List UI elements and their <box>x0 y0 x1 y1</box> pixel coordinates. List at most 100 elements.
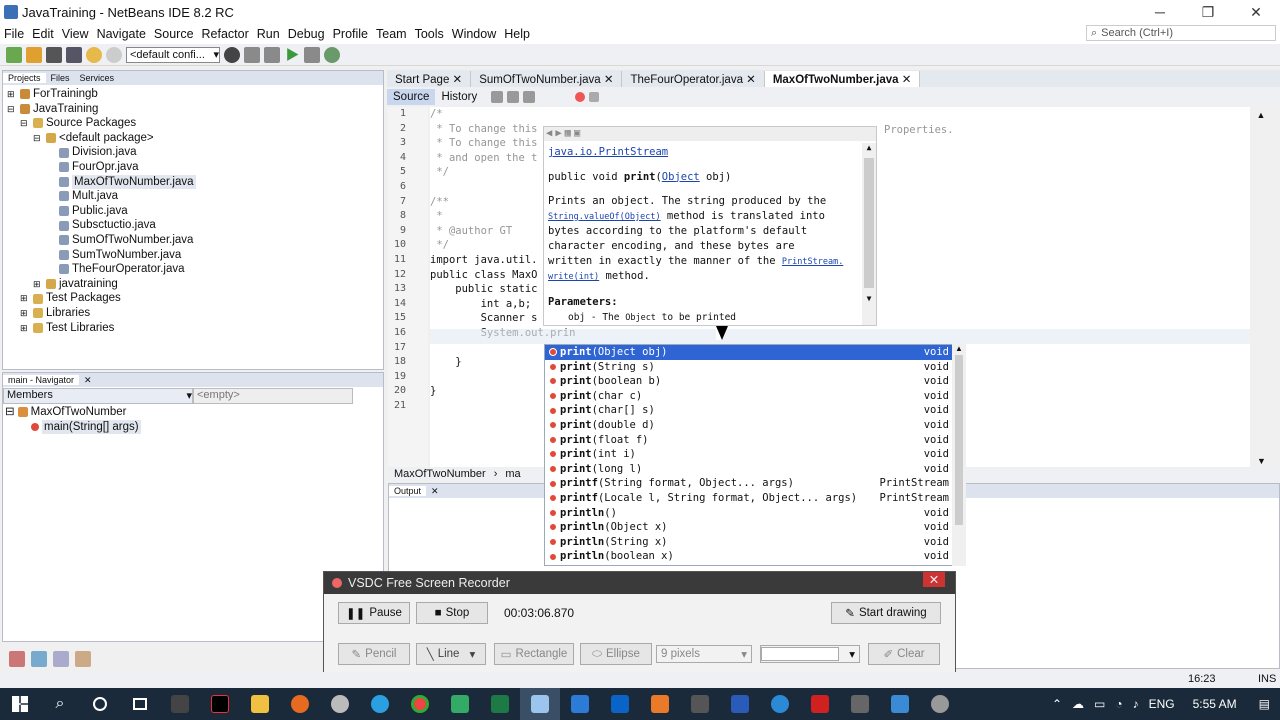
profile-icon[interactable] <box>324 46 340 63</box>
tree-node[interactable]: ⊞ Libraries <box>3 306 383 321</box>
completion-item[interactable]: print(Object obj) void <box>545 345 965 360</box>
tab-files[interactable]: Files <box>46 73 75 83</box>
redo-icon[interactable] <box>106 46 122 63</box>
collapse-icon[interactable]: ⊟ <box>7 102 17 117</box>
tree-node[interactable]: Subsctuctio.java <box>3 218 383 233</box>
tree-node[interactable]: Division.java <box>3 145 383 160</box>
line-button[interactable]: ╲ Line ▾ <box>416 643 486 665</box>
record-macro-icon[interactable] <box>575 92 586 102</box>
close-button[interactable]: ✕ <box>1232 0 1280 24</box>
tree-node[interactable]: ⊟ <default package> <box>3 131 383 146</box>
clean-build-icon[interactable] <box>264 46 280 63</box>
ellipse-button[interactable]: ⬭ Ellipse <box>580 643 652 665</box>
navigator-tab[interactable]: main - Navigator <box>3 375 80 385</box>
completion-item[interactable]: print(float f) void <box>545 433 965 448</box>
tree-node[interactable]: ⊟ Source Packages <box>3 116 383 131</box>
menu-edit[interactable]: Edit <box>28 27 58 41</box>
undo-icon[interactable] <box>86 46 102 63</box>
breadcrumb-class[interactable]: MaxOfTwoNumber <box>394 468 486 480</box>
scroll-down-icon[interactable]: ▼ <box>1257 456 1266 466</box>
expand-icon[interactable]: ⊞ <box>20 291 30 306</box>
editor-scrollbar[interactable]: ▲ ▼ <box>1254 110 1268 466</box>
scroll-up-icon[interactable]: ▲ <box>862 143 876 152</box>
breadcrumb-method[interactable]: ma <box>505 468 520 480</box>
output-tab[interactable]: Output <box>389 486 427 496</box>
taskbar-app[interactable] <box>920 688 960 720</box>
object-type-link[interactable]: Object <box>662 171 700 183</box>
back-icon[interactable]: ◀ <box>546 127 552 141</box>
notifications-icon[interactable]: ▤ <box>1259 697 1270 711</box>
menu-team[interactable]: Team <box>372 27 411 41</box>
tree-node[interactable]: ⊞ ForTrainingb <box>3 87 383 102</box>
taskbar-app[interactable] <box>320 688 360 720</box>
debug-icon[interactable] <box>304 46 320 63</box>
tree-node[interactable]: MaxOfTwoNumber.java <box>3 174 383 190</box>
taskbar-app[interactable] <box>440 688 480 720</box>
taskbar-app[interactable] <box>800 688 840 720</box>
tree-node[interactable]: Mult.java <box>3 189 383 204</box>
tab-projects[interactable]: Projects <box>3 73 46 83</box>
completion-item[interactable]: print(double d) void <box>545 418 965 433</box>
completion-item[interactable]: println(boolean x) void <box>545 549 965 564</box>
expand-icon[interactable]: ⊞ <box>20 306 30 321</box>
scroll-up-icon[interactable]: ▲ <box>952 344 966 353</box>
filter-icon[interactable] <box>9 651 25 667</box>
taskbar-app[interactable] <box>480 688 520 720</box>
taskbar-app[interactable] <box>720 688 760 720</box>
menu-run[interactable]: Run <box>253 27 284 41</box>
task-view-button[interactable] <box>120 688 160 720</box>
restore-button[interactable]: ❐ <box>1184 0 1232 24</box>
clear-button[interactable]: ✐ Clear <box>868 643 940 665</box>
stop-macro-icon[interactable] <box>589 92 600 102</box>
menu-profile[interactable]: Profile <box>329 27 372 41</box>
language-indicator[interactable]: ENG <box>1149 697 1175 711</box>
tree-node[interactable]: FourOpr.java <box>3 160 383 175</box>
taskbar-app[interactable] <box>240 688 280 720</box>
tray-chevron-icon[interactable]: ⌃ <box>1052 697 1062 711</box>
cloud-icon[interactable]: ☁ <box>1072 697 1084 711</box>
completion-item[interactable]: println(String x) void <box>545 535 965 550</box>
static-icon[interactable] <box>53 651 69 667</box>
search-box[interactable]: ⌕ Search (Ctrl+I) <box>1086 25 1276 41</box>
taskbar-app[interactable] <box>520 688 560 720</box>
close-icon[interactable]: ✕ <box>923 572 945 587</box>
menu-help[interactable]: Help <box>500 27 534 41</box>
config-select[interactable]: <default confi... ▾ <box>126 46 220 63</box>
taskbar-app[interactable] <box>160 688 200 720</box>
editor-tab[interactable]: TheFourOperator.java ✕ <box>622 71 765 87</box>
menu-refactor[interactable]: Refactor <box>198 27 253 41</box>
editor-tab[interactable]: Start Page ✕ <box>387 71 472 87</box>
completion-item[interactable]: print(int i) void <box>545 447 965 462</box>
scroll-down-icon[interactable]: ▼ <box>862 294 876 303</box>
open-project-icon[interactable] <box>46 46 62 63</box>
save-all-icon[interactable] <box>66 46 82 63</box>
close-icon[interactable]: ✕ <box>743 74 756 86</box>
start-drawing-button[interactable]: ✎ Start drawing <box>831 602 941 624</box>
tree-node[interactable]: Public.java <box>3 204 383 219</box>
navigator-class-node[interactable]: ⊟ MaxOfTwoNumber <box>3 405 383 420</box>
tree-node[interactable]: ⊞ Test Packages <box>3 291 383 306</box>
taskbar-app[interactable] <box>760 688 800 720</box>
taskbar-app[interactable] <box>200 688 240 720</box>
stop-button[interactable]: ■ Stop <box>416 602 488 624</box>
editor-tool-icon[interactable] <box>523 91 536 103</box>
taskbar-app[interactable] <box>400 688 440 720</box>
cortana-button[interactable] <box>80 688 120 720</box>
write-int-link[interactable]: write(int) <box>548 272 599 282</box>
tree-node[interactable]: ⊞ javatraining <box>3 277 383 292</box>
menu-window[interactable]: Window <box>448 27 500 41</box>
completion-item[interactable]: printf(Locale l, String format, Object..… <box>545 491 965 506</box>
tree-node[interactable]: ⊞ Test Libraries <box>3 321 383 336</box>
members-select[interactable]: Members ▾ <box>3 388 193 404</box>
forward-icon[interactable]: ▶ <box>555 127 561 141</box>
pencil-button[interactable]: ✎ Pencil <box>338 643 410 665</box>
history-tab[interactable]: History <box>435 89 483 105</box>
tree-node[interactable]: SumTwoNumber.java <box>3 248 383 263</box>
open-source-icon[interactable]: ▦ <box>565 127 571 141</box>
taskbar-app[interactable] <box>360 688 400 720</box>
collapse-icon[interactable]: ⊟ <box>20 116 30 131</box>
completion-item[interactable]: print(boolean b) void <box>545 374 965 389</box>
taskbar-app[interactable] <box>640 688 680 720</box>
build-icon[interactable] <box>244 46 260 63</box>
close-icon[interactable]: ✕ <box>426 486 444 497</box>
